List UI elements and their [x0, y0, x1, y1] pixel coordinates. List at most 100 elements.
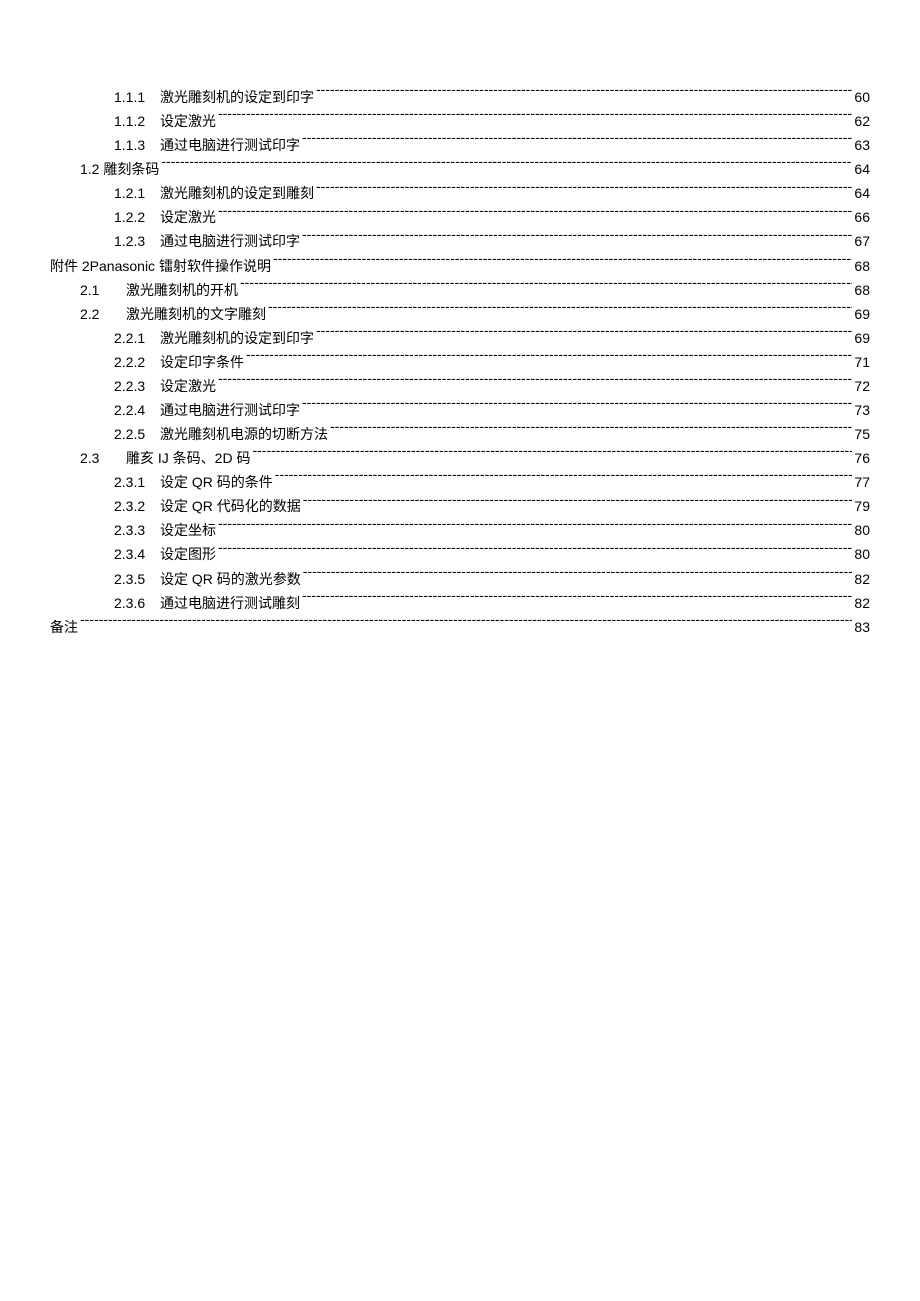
- toc-leader: [302, 594, 852, 608]
- toc-entry-page: 64: [852, 181, 870, 205]
- toc-leader: [302, 232, 852, 246]
- toc-entry: 1.2 雕刻条码 64: [50, 157, 870, 181]
- toc-entry-number: 1.1.2: [114, 109, 160, 133]
- toc-entry-label: 通过电脑进行测试印字: [160, 229, 302, 253]
- toc-leader: [302, 401, 852, 415]
- toc-entry-page: 67: [852, 229, 870, 253]
- toc-entry: 1.1.2设定激光 62: [50, 109, 870, 133]
- toc-leader: [246, 353, 852, 367]
- toc-entry: 2.2.5激光雕刻机电源的切断方法75: [50, 422, 870, 446]
- toc-entry-number: 2.2: [80, 302, 126, 326]
- toc-entry: 2.3雕亥 IJ 条码、2D 码76: [50, 446, 870, 470]
- toc-entry-page: 69: [852, 302, 870, 326]
- toc-leader: [316, 184, 852, 198]
- toc-leader: [240, 281, 852, 295]
- toc-entry-label: 激光雕刻机的开机: [126, 278, 240, 302]
- toc-entry-label: 雕亥 IJ 条码、2D 码: [126, 446, 252, 470]
- toc-entry-label: 设定 QR 码的激光参数: [160, 567, 303, 591]
- toc-entry: 2.1激光雕刻机的开机 68: [50, 278, 870, 302]
- toc-leader: [161, 160, 852, 174]
- toc-entry-number: 2.2.1: [114, 326, 160, 350]
- toc-entry-page: 80: [852, 518, 870, 542]
- toc-entry-number: 2.3.5: [114, 567, 160, 591]
- toc-entry-label: 设定印字条件: [160, 350, 246, 374]
- toc-entry-page: 77: [852, 470, 870, 494]
- toc-entry-label: 设定坐标: [160, 518, 218, 542]
- toc-leader: [303, 570, 853, 584]
- toc-entry-number: 2.3.2: [114, 494, 160, 518]
- toc-entry-number: 2.2.3: [114, 374, 160, 398]
- toc-leader: [330, 425, 852, 439]
- toc-entry-label: 设定 QR 代码化的数据: [160, 494, 303, 518]
- toc-entry: 1.2.1激光雕刻机的设定到雕刻 64: [50, 181, 870, 205]
- toc-entry-label: 设定激光: [160, 109, 218, 133]
- toc-entry: 1.1.3通过电脑进行测试印字 63: [50, 133, 870, 157]
- toc-entry: 2.2.3设定激光 72: [50, 374, 870, 398]
- toc-entry: 1.1.1激光雕刻机的设定到印字 60: [50, 85, 870, 109]
- toc-entry-label: 通过电脑进行测试印字: [160, 133, 302, 157]
- toc-leader: [303, 497, 853, 511]
- toc-entry: 2.3.4设定图形 80: [50, 542, 870, 566]
- toc-entry: 2.3.3设定坐标 80: [50, 518, 870, 542]
- toc-entry-number: 2.3.4: [114, 542, 160, 566]
- toc-entry-label: 1.2 雕刻条码: [80, 157, 161, 181]
- toc-entry-number: 2.2.4: [114, 398, 160, 422]
- toc-entry-page: 75: [852, 422, 870, 446]
- toc-leader: [316, 329, 852, 343]
- toc-entry-page: 68: [852, 278, 870, 302]
- toc-entry-page: 63: [852, 133, 870, 157]
- toc-entry-label: 通过电脑进行测试雕刻: [160, 591, 302, 615]
- toc-entry-number: 2.1: [80, 278, 126, 302]
- toc-leader: [273, 257, 852, 271]
- toc-entry-label: 附件 2Panasonic 镭射软件操作说明: [50, 254, 273, 278]
- toc-entry-number: 2.2.2: [114, 350, 160, 374]
- toc-entry-number: 1.1.3: [114, 133, 160, 157]
- toc-entry-label: 设定图形: [160, 542, 218, 566]
- toc-entry: 附件 2Panasonic 镭射软件操作说明 68: [50, 254, 870, 278]
- toc-entry-page: 83: [852, 615, 870, 639]
- toc-entry-label: 设定激光: [160, 374, 218, 398]
- toc-entry-page: 73: [852, 398, 870, 422]
- toc-leader: [218, 521, 852, 535]
- toc-leader: [316, 88, 852, 102]
- toc-entry-number: 1.1.1: [114, 85, 160, 109]
- toc-leader: [302, 136, 852, 150]
- toc-entry-label: 激光雕刻机电源的切断方法: [160, 422, 330, 446]
- toc-entry-label: 备注: [50, 615, 80, 639]
- toc-entry-page: 66: [852, 205, 870, 229]
- toc-entry-page: 64: [852, 157, 870, 181]
- toc-leader: [218, 112, 852, 126]
- toc-leader: [80, 618, 852, 632]
- table-of-contents: 1.1.1激光雕刻机的设定到印字601.1.2设定激光621.1.3通过电脑进行…: [50, 85, 870, 639]
- toc-entry-page: 62: [852, 109, 870, 133]
- toc-leader: [218, 208, 852, 222]
- toc-entry-page: 71: [852, 350, 870, 374]
- toc-entry-page: 76: [852, 446, 870, 470]
- toc-entry: 2.3.2设定 QR 代码化的数据79: [50, 494, 870, 518]
- toc-entry-page: 60: [852, 85, 870, 109]
- toc-entry-page: 68: [852, 254, 870, 278]
- toc-entry-page: 72: [852, 374, 870, 398]
- toc-entry: 2.3.5设定 QR 码的激光参数 82: [50, 567, 870, 591]
- toc-entry-page: 80: [852, 542, 870, 566]
- toc-entry-number: 1.2.3: [114, 229, 160, 253]
- toc-entry-label: 激光雕刻机的设定到雕刻: [160, 181, 316, 205]
- toc-entry: 备注 83: [50, 615, 870, 639]
- toc-entry-label: 激光雕刻机的文字雕刻: [126, 302, 268, 326]
- toc-entry: 2.2.4通过电脑进行测试印字73: [50, 398, 870, 422]
- toc-entry-page: 82: [852, 567, 870, 591]
- toc-entry: 2.3.6通过电脑进行测试雕刻82: [50, 591, 870, 615]
- toc-entry-page: 69: [852, 326, 870, 350]
- toc-entry: 1.2.2设定激光66: [50, 205, 870, 229]
- toc-entry-label: 设定 QR 码的条件: [160, 470, 275, 494]
- toc-entry-number: 1.2.1: [114, 181, 160, 205]
- toc-entry-label: 激光雕刻机的设定到印字: [160, 326, 316, 350]
- toc-leader: [268, 305, 852, 319]
- toc-entry: 2.2.2设定印字条件 71: [50, 350, 870, 374]
- toc-entry-number: 2.3.1: [114, 470, 160, 494]
- toc-leader: [252, 449, 852, 463]
- toc-entry-number: 2.3.6: [114, 591, 160, 615]
- toc-entry-number: 2.3.3: [114, 518, 160, 542]
- toc-entry-label: 激光雕刻机的设定到印字: [160, 85, 316, 109]
- toc-leader: [218, 377, 852, 391]
